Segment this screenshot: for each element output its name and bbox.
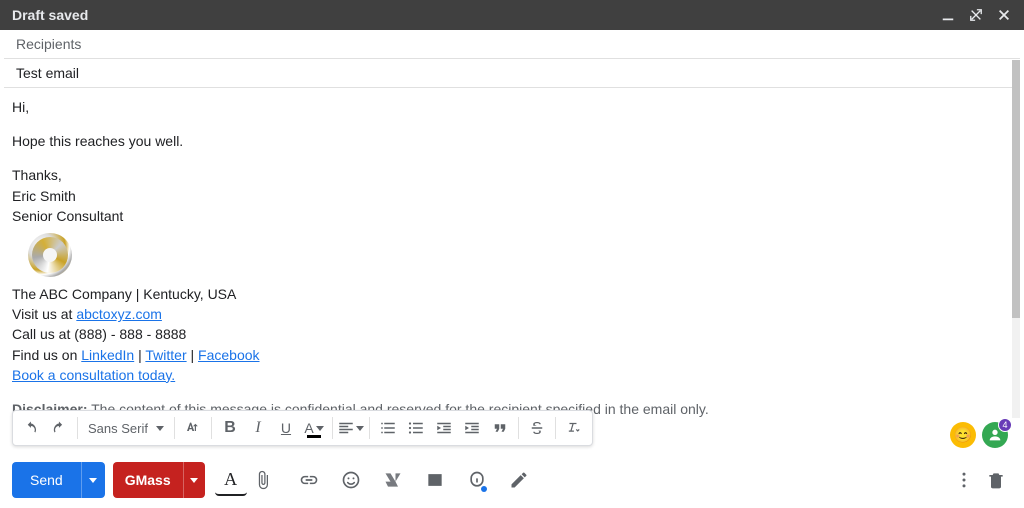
find-line: Find us on LinkedIn | Twitter | Facebook <box>12 346 1002 364</box>
recipients-placeholder: Recipients <box>16 36 81 52</box>
compose-titlebar: Draft saved <box>0 0 1024 30</box>
insert-photo-button[interactable] <box>419 464 451 496</box>
align-button[interactable] <box>337 414 365 442</box>
subject-field[interactable]: Test email <box>4 59 1020 88</box>
avatar-user[interactable]: 4 <box>982 422 1008 448</box>
company-logo <box>28 233 72 277</box>
book-consultation-link[interactable]: Book a consultation today. <box>12 367 175 383</box>
formatting-toolbar: Sans Serif B I U A <box>12 410 593 446</box>
linkedin-link[interactable]: LinkedIn <box>81 347 134 363</box>
indent-more-button[interactable] <box>458 414 486 442</box>
body-name: Eric Smith <box>12 187 1002 205</box>
text-color-button[interactable]: A <box>300 414 328 442</box>
body-line1: Hope this reaches you well. <box>12 132 1002 150</box>
website-link[interactable]: abctoxyz.com <box>76 306 162 322</box>
scrollbar-thumb[interactable] <box>1012 60 1020 318</box>
discard-draft-button[interactable] <box>980 464 1012 496</box>
popout-button[interactable] <box>968 7 984 23</box>
underline-button[interactable]: U <box>272 414 300 442</box>
font-size-button[interactable] <box>179 414 207 442</box>
font-family-select[interactable]: Sans Serif <box>82 414 170 442</box>
strikethrough-button[interactable] <box>523 414 551 442</box>
caret-down-icon <box>156 426 164 431</box>
separator <box>211 417 212 439</box>
subject-value: Test email <box>16 65 79 81</box>
facebook-link[interactable]: Facebook <box>198 347 259 363</box>
gmass-button[interactable]: GMass <box>113 462 183 498</box>
insert-signature-button[interactable] <box>503 464 535 496</box>
separator <box>555 417 556 439</box>
numbered-list-button[interactable] <box>374 414 402 442</box>
redo-button[interactable] <box>45 414 73 442</box>
send-options-button[interactable] <box>81 462 105 498</box>
attach-file-button[interactable] <box>247 464 279 496</box>
separator <box>369 417 370 439</box>
avatar-badge: 4 <box>998 418 1012 432</box>
undo-button[interactable] <box>17 414 45 442</box>
separator <box>332 417 333 439</box>
gmass-options-button[interactable] <box>183 462 205 498</box>
visit-line: Visit us at abctoxyz.com <box>12 305 1002 323</box>
minimize-button[interactable] <box>940 7 956 23</box>
separator <box>518 417 519 439</box>
formatting-toggle-button[interactable]: A <box>215 464 247 496</box>
caret-down-icon <box>190 478 198 483</box>
company-line: The ABC Company | Kentucky, USA <box>12 285 1002 303</box>
separator <box>77 417 78 439</box>
titlebar-title: Draft saved <box>12 7 88 23</box>
status-dot-icon <box>481 486 487 492</box>
collaborator-avatars: 😊 4 <box>950 422 1008 448</box>
separator <box>174 417 175 439</box>
indent-less-button[interactable] <box>430 414 458 442</box>
bulleted-list-button[interactable] <box>402 414 430 442</box>
send-button[interactable]: Send <box>12 462 81 498</box>
insert-link-button[interactable] <box>293 464 325 496</box>
body-scrollbar[interactable] <box>1012 60 1020 418</box>
caret-down-icon <box>89 478 97 483</box>
insert-drive-button[interactable] <box>377 464 409 496</box>
italic-button[interactable]: I <box>244 414 272 442</box>
body-role: Senior Consultant <box>12 207 1002 225</box>
call-line: Call us at (888) - 888 - 8888 <box>12 325 1002 343</box>
body-greeting: Hi, <box>12 98 1002 116</box>
body-thanks: Thanks, <box>12 166 1002 184</box>
close-button[interactable] <box>996 7 1012 23</box>
bold-button[interactable]: B <box>216 414 244 442</box>
twitter-link[interactable]: Twitter <box>145 347 186 363</box>
remove-formatting-button[interactable] <box>560 414 588 442</box>
confidential-mode-button[interactable] <box>461 464 493 496</box>
insert-emoji-button[interactable] <box>335 464 367 496</box>
more-options-button[interactable] <box>948 464 980 496</box>
quote-button[interactable] <box>486 414 514 442</box>
avatar-emoji[interactable]: 😊 <box>950 422 976 448</box>
recipients-field[interactable]: Recipients <box>4 30 1020 59</box>
compose-action-bar: Send GMass A <box>12 462 1012 498</box>
